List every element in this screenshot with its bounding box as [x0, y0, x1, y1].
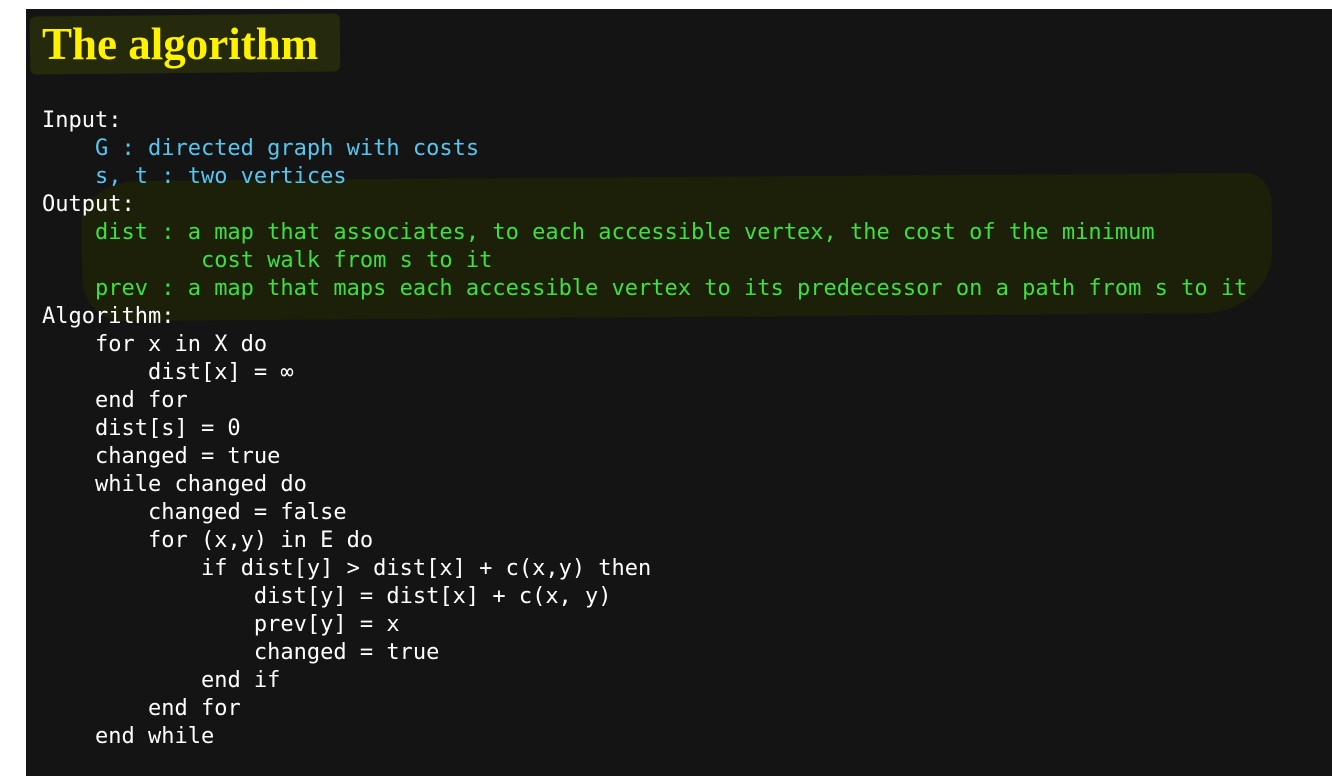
- code-line: end while: [42, 723, 1247, 751]
- code-line: s, t : two vertices: [42, 163, 1247, 191]
- code-text: changed = false: [147, 500, 347, 525]
- code-line: prev : a map that maps each accessible v…: [42, 275, 1247, 303]
- code-text: changed = true: [94, 444, 281, 469]
- code-line: for x in X do: [42, 331, 1247, 359]
- code-line: dist : a map that associates, to each ac…: [42, 219, 1247, 247]
- code-text: end for: [147, 696, 241, 721]
- code-text: dist : a map that associates, to each ac…: [94, 220, 1155, 245]
- code-text: for (x,y) in E do: [147, 528, 374, 553]
- code-line: changed = false: [42, 499, 1247, 527]
- code-text: for x in X do: [94, 332, 268, 357]
- code-line: changed = true: [42, 443, 1247, 471]
- code-text: Algorithm:: [42, 304, 175, 329]
- code-line: if dist[y] > dist[x] + c(x,y) then: [42, 555, 1247, 583]
- code-line: prev[y] = x: [42, 611, 1247, 639]
- code-line: end for: [42, 695, 1247, 723]
- slide: The algorithm Input: G : directed graph …: [26, 9, 1332, 776]
- code-line: dist[x] = ∞: [42, 359, 1247, 387]
- code-line: end for: [42, 387, 1247, 415]
- code-line: dist[s] = 0: [42, 415, 1247, 443]
- code-text: dist[s] = 0: [94, 416, 241, 441]
- code-line: cost walk from s to it: [42, 247, 1247, 275]
- code-text: if dist[y] > dist[x] + c(x,y) then: [200, 556, 652, 581]
- code-text: Input:: [42, 108, 122, 133]
- slide-title: The algorithm: [42, 19, 319, 69]
- code-line: Input:: [42, 107, 1247, 135]
- pseudocode-block: Input: G : directed graph with costs s, …: [42, 107, 1247, 751]
- code-text: end for: [94, 388, 188, 413]
- code-line: G : directed graph with costs: [42, 135, 1247, 163]
- code-text: end if: [200, 668, 281, 693]
- code-text: changed = true: [253, 640, 440, 665]
- code-line: changed = true: [42, 639, 1247, 667]
- code-line: while changed do: [42, 471, 1247, 499]
- code-text: cost walk from s to it: [200, 248, 493, 273]
- code-line: for (x,y) in E do: [42, 527, 1247, 555]
- code-text: G : directed graph with costs: [94, 136, 480, 161]
- code-text: s, t : two vertices: [94, 164, 347, 189]
- code-line: Algorithm:: [42, 303, 1247, 331]
- code-line: Output:: [42, 191, 1247, 219]
- code-text: end while: [94, 724, 215, 749]
- code-text: dist[y] = dist[x] + c(x, y): [253, 584, 612, 609]
- code-text: prev : a map that maps each accessible v…: [94, 276, 1248, 301]
- code-text: prev[y] = x: [253, 612, 400, 637]
- code-text: dist[x] = ∞: [147, 360, 294, 385]
- code-line: end if: [42, 667, 1247, 695]
- code-text: Output:: [42, 192, 135, 217]
- code-text: while changed do: [94, 472, 307, 497]
- code-line: dist[y] = dist[x] + c(x, y): [42, 583, 1247, 611]
